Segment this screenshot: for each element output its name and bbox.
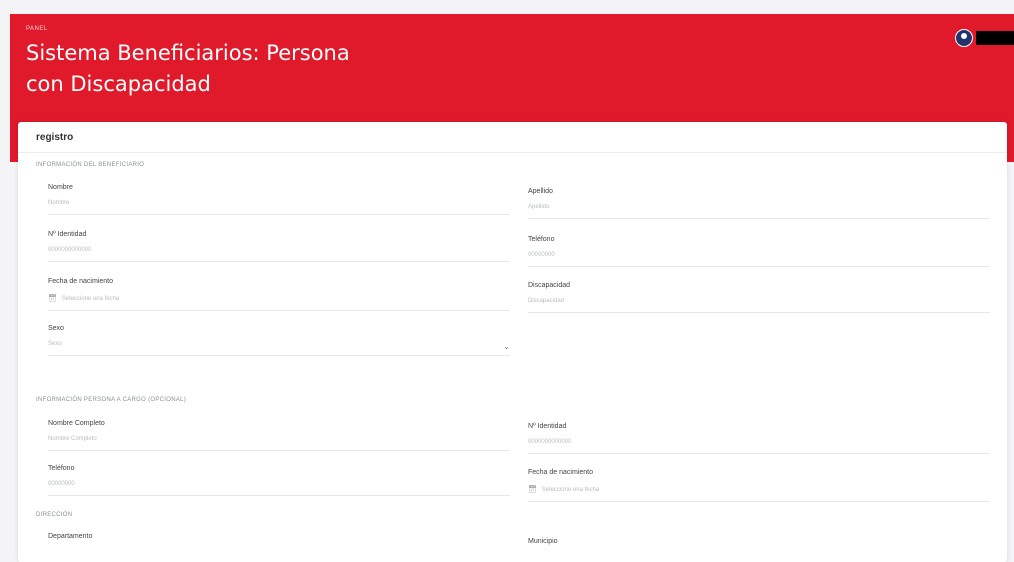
- telefono-label: Teléfono: [528, 236, 555, 243]
- registration-card: registro INFORMACIÓN DEL BENEFICIARIO No…: [18, 122, 1007, 562]
- encargado-nombre-label: Nombre Completo: [48, 420, 105, 427]
- nacimiento-placeholder: Seleccione una fecha: [61, 296, 120, 302]
- card-title: registro: [36, 132, 74, 143]
- encargado-telefono-input[interactable]: 00000000: [48, 481, 510, 496]
- nombre-field[interactable]: Nombre Nombre: [48, 184, 510, 215]
- card-header: registro: [18, 122, 1007, 153]
- apellido-input[interactable]: Apellido: [528, 204, 990, 219]
- encargado-identidad-label: Nº Identidad: [528, 423, 567, 430]
- nacimiento-input[interactable]: 📅︎ Seleccione una fecha: [48, 294, 510, 311]
- identidad-input[interactable]: 0000000000000: [48, 247, 510, 262]
- calendar-icon: 📅︎: [48, 295, 57, 302]
- section-encargado: INFORMACIÓN PERSONA A CARGO (OPCIONAL): [36, 397, 187, 403]
- encargado-nacimiento-label: Fecha de nacimiento: [528, 469, 593, 476]
- identidad-label: Nº Identidad: [48, 231, 87, 238]
- nombre-input[interactable]: Nombre: [48, 200, 510, 215]
- section-direccion: DIRECCIÓN: [36, 512, 73, 518]
- encargado-nombre-field[interactable]: Nombre Completo Nombre Completo: [48, 420, 510, 451]
- calendar-icon: 📅︎: [528, 486, 537, 493]
- nacimiento-label: Fecha de nacimiento: [48, 278, 113, 285]
- apellido-label: Apellido: [528, 188, 553, 195]
- user-avatar-icon[interactable]: [955, 29, 973, 47]
- nacimiento-field[interactable]: Fecha de nacimiento 📅︎ Seleccione una fec…: [48, 278, 510, 311]
- encargado-nacimiento-input[interactable]: 📅︎ Seleccione una fecha: [528, 485, 990, 502]
- encargado-identidad-field[interactable]: Nº Identidad 0000000000000: [528, 423, 990, 454]
- encargado-identidad-input[interactable]: 0000000000000: [528, 439, 990, 454]
- nombre-label: Nombre: [48, 184, 73, 191]
- municipio-label: Municipio: [528, 538, 558, 545]
- municipio-field[interactable]: Municipio: [528, 538, 990, 545]
- user-name-redacted[interactable]: [976, 31, 1014, 45]
- departamento-field[interactable]: Departamento: [48, 533, 510, 540]
- telefono-input[interactable]: 00000000: [528, 252, 990, 267]
- panel-label: PANEL: [26, 26, 48, 32]
- departamento-label: Departamento: [48, 533, 93, 540]
- page-title: Sistema Beneficiarios: Persona con Disca…: [26, 41, 350, 96]
- encargado-nacimiento-placeholder: Seleccione una fecha: [541, 487, 600, 493]
- encargado-telefono-field[interactable]: Teléfono 00000000: [48, 465, 510, 496]
- section-beneficiario: INFORMACIÓN DEL BENEFICIARIO: [36, 162, 145, 168]
- telefono-field[interactable]: Teléfono 00000000: [528, 236, 990, 267]
- discapacidad-input[interactable]: Discapacidad: [528, 298, 990, 313]
- sexo-value[interactable]: Sexo: [48, 341, 510, 356]
- discapacidad-field[interactable]: Discapacidad Discapacidad: [528, 282, 990, 313]
- chevron-down-icon[interactable]: ⌄: [503, 342, 510, 351]
- encargado-nacimiento-field[interactable]: Fecha de nacimiento 📅︎ Seleccione una fec…: [528, 469, 990, 502]
- discapacidad-label: Discapacidad: [528, 282, 571, 289]
- encargado-nombre-input[interactable]: Nombre Completo: [48, 436, 510, 451]
- encargado-telefono-label: Teléfono: [48, 465, 75, 472]
- apellido-field[interactable]: Apellido Apellido: [528, 188, 990, 219]
- sexo-label: Sexo: [48, 325, 64, 332]
- identidad-field[interactable]: Nº Identidad 0000000000000: [48, 231, 510, 262]
- sexo-select[interactable]: Sexo Sexo ⌄: [48, 325, 510, 356]
